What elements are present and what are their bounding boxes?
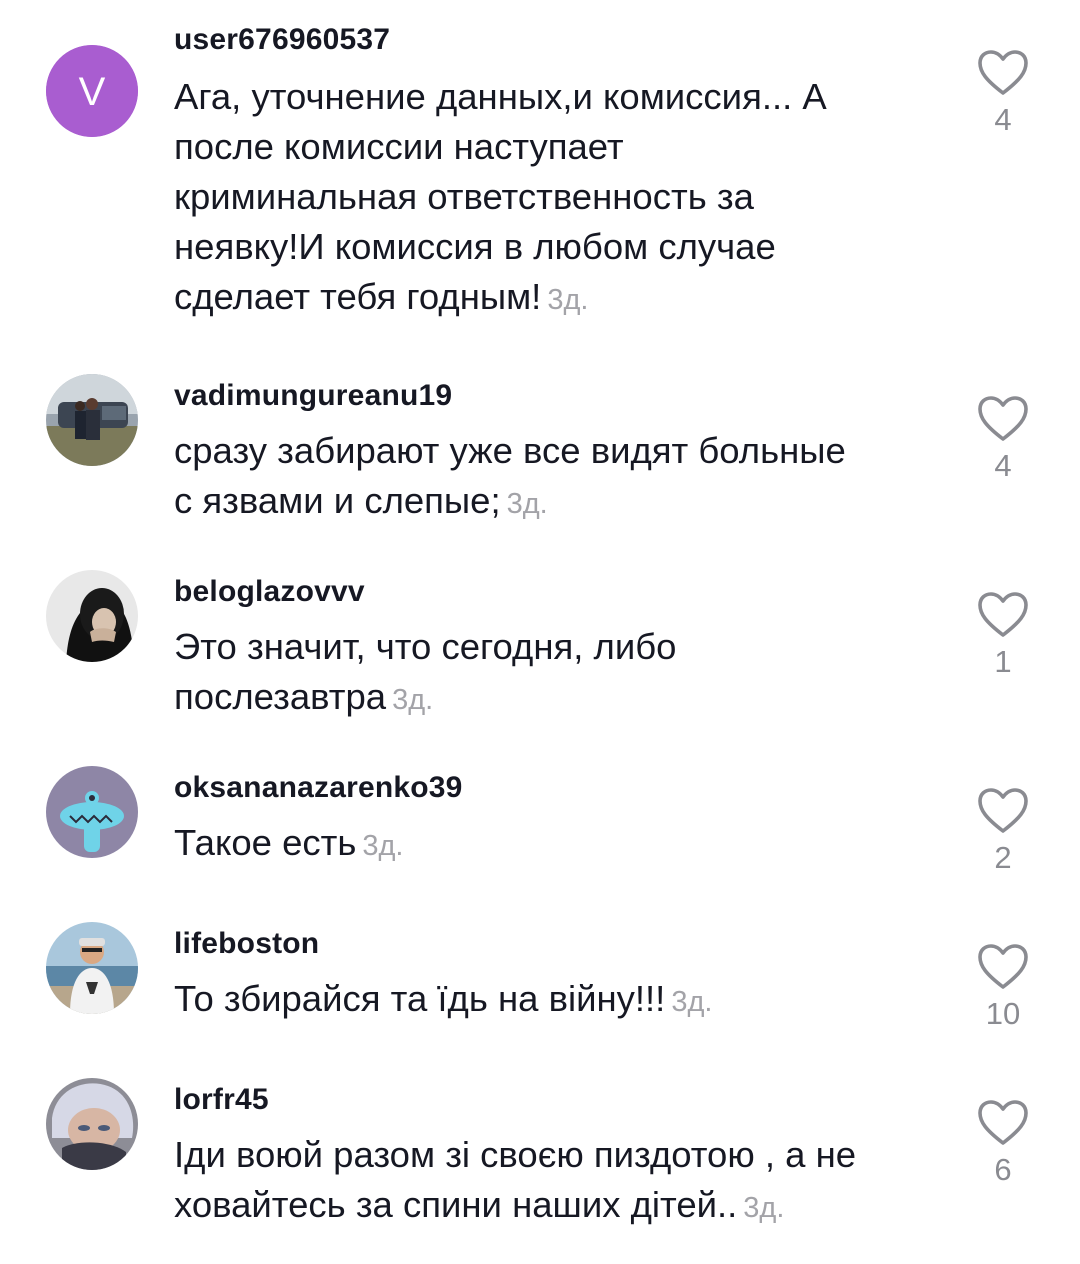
like-count: 4 bbox=[994, 102, 1012, 137]
comment-text-line: после комиссии наступает bbox=[174, 126, 624, 167]
like-count: 10 bbox=[985, 996, 1021, 1031]
avatar-letter-image: V bbox=[46, 45, 138, 137]
avatar-photo bbox=[46, 1078, 138, 1170]
comment-text-line: с язвами и слепые; bbox=[174, 480, 501, 521]
comment-body: vadimungureanu19 сразу забирают уже все … bbox=[174, 378, 944, 529]
comment-body: beloglazovvv Это значит, что сегодня, ли… bbox=[174, 574, 944, 725]
comment-text: Іди воюй разом зі своєю пиздотою , а не … bbox=[174, 1130, 944, 1233]
comment-text-line: послезавтра bbox=[174, 676, 387, 717]
like-button[interactable]: 4 bbox=[972, 394, 1034, 484]
comment-text: Ага, уточнение данных,и комиссия... А по… bbox=[174, 72, 944, 325]
comment-username[interactable]: beloglazovvv bbox=[174, 574, 944, 610]
comment-username[interactable]: lifeboston bbox=[174, 926, 944, 962]
avatar[interactable] bbox=[46, 570, 138, 662]
comment-body: lifeboston То збирайся та їдь на війну!!… bbox=[174, 926, 944, 1027]
comment-list: V user676960537 Ага, уточнение данных,и … bbox=[0, 0, 1080, 1264]
like-count: 4 bbox=[994, 448, 1012, 483]
like-count: 6 bbox=[994, 1152, 1012, 1187]
comment-time: 3д. bbox=[506, 488, 548, 520]
like-count: 1 bbox=[994, 644, 1012, 679]
heart-outline-icon bbox=[978, 396, 1028, 441]
avatar-photo bbox=[46, 374, 138, 466]
like-button[interactable]: 4 bbox=[972, 48, 1034, 138]
comment-text: То збирайся та їдь на війну!!! 3д. bbox=[174, 974, 944, 1027]
comment-text-line: Это значит, что сегодня, либо bbox=[174, 626, 677, 667]
comment-time: 3д. bbox=[362, 830, 404, 862]
comment-text-line: сразу забирают уже все видят больные bbox=[174, 430, 846, 471]
comment-text-line: Ага, уточнение данных,и комиссия... А bbox=[174, 76, 827, 117]
like-button[interactable]: 10 bbox=[972, 942, 1034, 1032]
comment-username[interactable]: user676960537 bbox=[174, 22, 944, 58]
avatar-photo bbox=[46, 922, 138, 1014]
comment-text-line: криминальная ответственность за bbox=[174, 176, 754, 217]
like-count: 2 bbox=[994, 840, 1012, 875]
comment-text: Такое есть 3д. bbox=[174, 818, 944, 871]
avatar-default-image bbox=[46, 766, 138, 858]
comment-time: 3д. bbox=[392, 684, 434, 716]
avatar-photo bbox=[46, 570, 138, 662]
comment-text: Это значит, что сегодня, либо послезавтр… bbox=[174, 622, 944, 725]
comment-text-line: Іди воюй разом зі своєю пиздотою , а не bbox=[174, 1134, 857, 1175]
avatar[interactable] bbox=[46, 922, 138, 1014]
comment-body: user676960537 Ага, уточнение данных,и ко… bbox=[174, 22, 944, 325]
comment-text-line: ховайтесь за спини наших дітей.. bbox=[174, 1184, 738, 1225]
comment-username[interactable]: lorfr45 bbox=[174, 1082, 944, 1118]
comment-body: oksananazarenko39 Такое есть 3д. bbox=[174, 770, 944, 871]
comment-text-line: Такое есть bbox=[174, 822, 357, 863]
comment-time: 3д. bbox=[547, 284, 589, 316]
like-button[interactable]: 2 bbox=[972, 786, 1034, 876]
heart-outline-icon bbox=[978, 788, 1028, 833]
heart-outline-icon bbox=[978, 1100, 1028, 1145]
avatar[interactable] bbox=[46, 374, 138, 466]
like-button[interactable]: 6 bbox=[972, 1098, 1034, 1188]
avatar-letter: V bbox=[79, 70, 106, 114]
avatar[interactable] bbox=[46, 766, 138, 858]
like-button[interactable]: 1 bbox=[972, 590, 1034, 680]
heart-outline-icon bbox=[978, 592, 1028, 637]
comment-body: lorfr45 Іди воюй разом зі своєю пиздотою… bbox=[174, 1082, 944, 1233]
comment-text: сразу забирают уже все видят больные с я… bbox=[174, 426, 944, 529]
comment-text-line: неявку!И комиссия в любом случае bbox=[174, 226, 776, 267]
heart-outline-icon bbox=[978, 50, 1028, 95]
comment-username[interactable]: oksananazarenko39 bbox=[174, 770, 944, 806]
comment-username[interactable]: vadimungureanu19 bbox=[174, 378, 944, 414]
heart-outline-icon bbox=[978, 944, 1028, 989]
comment-time: 3д. bbox=[671, 986, 713, 1018]
avatar[interactable] bbox=[46, 1078, 138, 1170]
comment-text-line: То збирайся та їдь на війну!!! bbox=[174, 978, 666, 1019]
avatar[interactable]: V bbox=[46, 45, 138, 137]
comment-text-line: сделает тебя годным! bbox=[174, 276, 542, 317]
comment-time: 3д. bbox=[743, 1192, 785, 1224]
